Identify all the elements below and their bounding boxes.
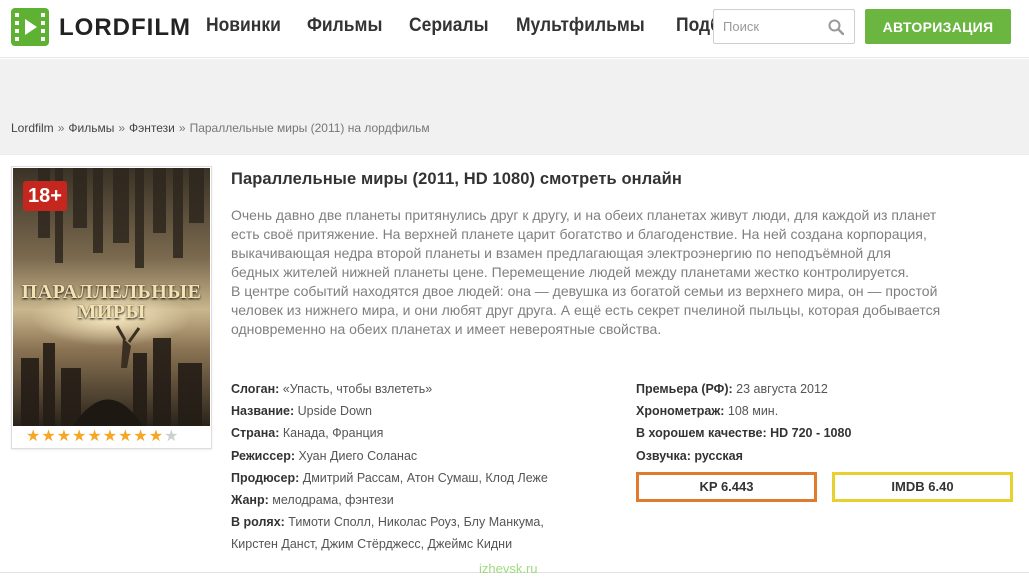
info-value: Дмитрий Рассам, Атон Сумаш, Клод Леже: [302, 470, 548, 485]
info-value: 108 мин.: [727, 404, 779, 419]
movie-info-right: Премьера (РФ): 23 августа 2012 Хронометр…: [636, 378, 1016, 467]
logo-text: LORDFILM: [59, 14, 191, 41]
info-label: Слоган:: [231, 382, 280, 396]
info-label: В ролях:: [231, 515, 285, 530]
info-value: мелодрама, фэнтези: [272, 493, 394, 508]
nav-item-cartoons[interactable]: Мультфильмы: [516, 15, 645, 39]
info-row-slogan: Слоган: «Упасть, чтобы взлететь»: [231, 378, 621, 400]
info-value: русская: [694, 448, 743, 463]
breadcrumb-home[interactable]: Lordfilm: [11, 121, 54, 135]
search-input[interactable]: [714, 10, 824, 43]
star-icon[interactable]: ★: [72, 428, 86, 446]
user-rating-stars[interactable]: ★ ★ ★ ★ ★ ★ ★ ★ ★ ★: [26, 428, 178, 446]
main-nav: Новинки Фильмы Сериалы Мультфильмы Подбо…: [206, 15, 769, 39]
info-row-name: Название: Upside Down: [231, 400, 621, 422]
info-label: Премьера (РФ):: [636, 382, 733, 396]
info-row-voice: Озвучка: русская: [636, 445, 1016, 467]
info-label: Жанр:: [231, 493, 269, 508]
info-row-genre: Жанр: мелодрама, фэнтези: [231, 489, 621, 511]
info-label: Продюсер:: [231, 470, 300, 485]
info-value: Upside Down: [297, 404, 372, 419]
info-label: Страна:: [231, 426, 280, 441]
poster-title-line1: ПАРАЛЛЕЛЬНЫЕ: [21, 281, 202, 303]
info-value: Кирстен Данст, Джим Стёрджесс, Джеймс Ки…: [231, 537, 513, 552]
movie-info-left: Слоган: «Упасть, чтобы взлететь» Названи…: [231, 378, 621, 556]
site-header: LORDFILM Новинки Фильмы Сериалы Мультфил…: [0, 0, 1029, 58]
nav-item-series[interactable]: Сериалы: [409, 15, 489, 39]
info-value: Тимоти Сполл, Николас Роуз, Блу Манкума,: [288, 515, 544, 530]
info-row-premiere: Премьера (РФ): 23 августа 2012: [636, 378, 1016, 400]
info-row-director: Режиссер: Хуан Диего Соланас: [231, 445, 621, 467]
breadcrumb-separator: »: [57, 121, 65, 135]
info-value: Хуан Диего Соланас: [298, 448, 418, 463]
info-row-cast-cont: Кирстен Данст, Джим Стёрджесс, Джеймс Ки…: [231, 533, 621, 555]
film-strip-icon: [11, 8, 49, 46]
star-icon[interactable]: ★: [26, 428, 40, 446]
site-logo[interactable]: LORDFILM: [11, 8, 191, 46]
nav-item-films[interactable]: Фильмы: [307, 15, 382, 39]
external-ratings: KP 6.443 IMDB 6.40: [636, 472, 1013, 502]
imdb-rating-badge[interactable]: IMDB 6.40: [832, 472, 1013, 502]
info-value: 23 августа 2012: [736, 382, 828, 396]
info-row-quality: В хорошем качестве: HD 720 - 1080: [636, 422, 1016, 444]
info-row-country: Страна: Канада, Франция: [231, 422, 621, 444]
info-label: Хронометраж:: [636, 404, 725, 419]
info-label: Название:: [231, 404, 295, 419]
info-label: Режиссер:: [231, 448, 296, 463]
star-icon[interactable]: ★: [149, 428, 163, 446]
ad-banner-area: [0, 59, 1029, 154]
info-row-duration: Хронометраж: 108 мин.: [636, 400, 1016, 422]
age-rating-badge: 18+: [23, 181, 67, 211]
star-icon[interactable]: ★: [87, 428, 101, 446]
auth-button[interactable]: АВТОРИЗАЦИЯ: [865, 9, 1011, 44]
search-icon[interactable]: [828, 19, 844, 35]
info-value: «Упасть, чтобы взлететь»: [282, 382, 433, 396]
info-row-producer: Продюсер: Дмитрий Рассам, Атон Сумаш, Кл…: [231, 467, 621, 489]
info-value: Канада, Франция: [282, 426, 384, 441]
info-label: В хорошем качестве:: [636, 426, 767, 441]
description-paragraph: В центре событий находятся двое людей: о…: [231, 283, 941, 337]
movie-title: Параллельные миры (2011, HD 1080) смотре…: [231, 170, 682, 188]
info-value: HD 720 - 1080: [770, 426, 852, 441]
breadcrumb-films[interactable]: Фильмы: [68, 121, 114, 135]
watermark: izhevsk.ru: [479, 561, 538, 576]
movie-description: Очень давно две планеты притянулись друг…: [231, 206, 941, 339]
breadcrumb-fantasy[interactable]: Фэнтези: [129, 121, 175, 135]
info-row-cast: В ролях: Тимоти Сполл, Николас Роуз, Блу…: [231, 511, 621, 533]
star-icon[interactable]: ★: [133, 428, 147, 446]
breadcrumb: Lordfilm» Фильмы» Фэнтези» Параллельные мир…: [11, 121, 430, 135]
kp-rating-badge[interactable]: KP 6.443: [636, 472, 817, 502]
poster-title-line2: МИРЫ: [77, 301, 146, 323]
breadcrumb-current: Параллельные миры (2011) на лордфильм: [189, 121, 430, 135]
star-icon[interactable]: ★: [103, 428, 117, 446]
info-label: Озвучка:: [636, 448, 691, 463]
divider: [0, 154, 1029, 155]
search-box: [713, 9, 855, 44]
star-icon[interactable]: ★: [57, 428, 71, 446]
star-icon[interactable]: ★: [118, 428, 132, 446]
breadcrumb-separator: »: [118, 121, 126, 135]
poster-title: ПАРАЛЛЕЛЬНЫЕ МИРЫ: [13, 282, 210, 322]
movie-poster[interactable]: 18+ ПАРАЛЛЕЛЬНЫЕ МИРЫ: [13, 168, 210, 426]
breadcrumb-separator: »: [178, 121, 186, 135]
nav-item-new[interactable]: Новинки: [206, 15, 281, 39]
star-icon[interactable]: ★: [164, 428, 178, 446]
poster-card: 18+ ПАРАЛЛЕЛЬНЫЕ МИРЫ ★ ★ ★ ★ ★ ★ ★ ★ ★ …: [11, 166, 212, 449]
description-paragraph: Очень давно две планеты притянулись друг…: [231, 207, 937, 280]
star-icon[interactable]: ★: [41, 428, 55, 446]
